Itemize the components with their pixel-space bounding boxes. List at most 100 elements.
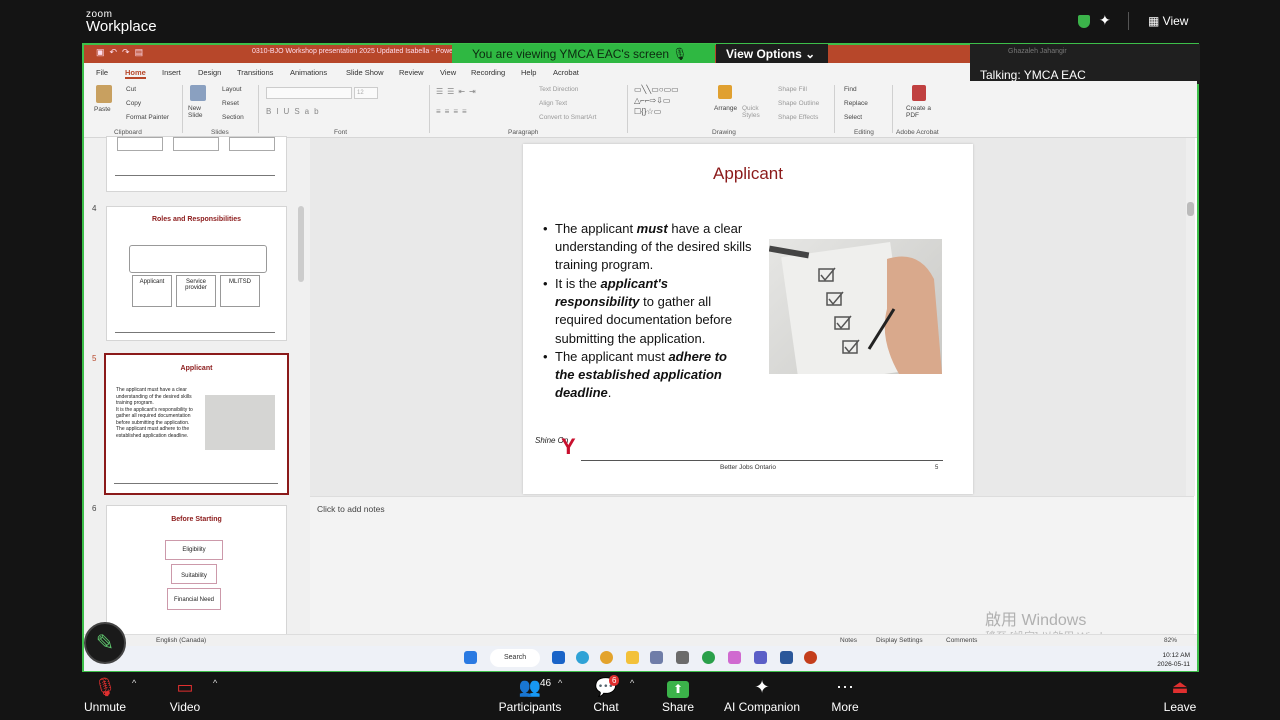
thumb-box: Suitability [171, 564, 217, 584]
editor-scrollbar[interactable] [1186, 138, 1195, 496]
security-shield-icon[interactable] [1078, 15, 1090, 28]
audio-options-caret[interactable]: ^ [132, 678, 136, 688]
tab-home[interactable]: Home [125, 68, 146, 79]
ai-companion-button[interactable]: ✦ AI Companion [722, 674, 802, 714]
slide-thumbnail-3[interactable] [106, 136, 287, 192]
font-format-icons[interactable]: BIUSab [266, 107, 324, 116]
file-explorer-icon[interactable] [626, 651, 639, 664]
pdf-icon[interactable] [912, 85, 926, 101]
copilot-icon[interactable] [728, 651, 741, 664]
notes-toggle[interactable]: Notes [840, 637, 857, 644]
chrome-icon[interactable] [600, 651, 613, 664]
thumb-box: Applicant [132, 275, 172, 307]
outlook-icon[interactable] [552, 651, 565, 664]
cut-button[interactable]: Cut [126, 86, 136, 93]
leave-button[interactable]: ⏏ Leave [1160, 674, 1200, 714]
tab-file[interactable]: File [96, 68, 108, 77]
leave-door-icon: ⏏ [1171, 677, 1189, 697]
divider [258, 85, 259, 133]
ppt-menu-row: File Home Insert Design Transitions Anim… [84, 63, 970, 81]
tab-design[interactable]: Design [198, 68, 221, 77]
quick-styles-button[interactable]: Quick Styles [742, 105, 764, 119]
grid-icon: ▦ [1148, 14, 1163, 28]
shapes-gallery[interactable]: ▭╲╲▭○▭▭ △⌐⌐⇨⇩▭ ☐{}☆▭ [634, 84, 706, 122]
thumb-footer-line [114, 483, 278, 484]
layout-button[interactable]: Layout [222, 86, 242, 93]
snipping-tool-icon[interactable] [650, 651, 663, 664]
tab-help[interactable]: Help [521, 68, 536, 77]
more-button[interactable]: ⋯ More [826, 674, 864, 714]
list-icons[interactable]: ☰☰⇤⇥ [436, 87, 480, 96]
paste-button[interactable]: Paste [94, 106, 111, 113]
slide-title[interactable]: Applicant [523, 164, 973, 184]
tab-view[interactable]: View [440, 68, 456, 77]
arrange-icon[interactable] [718, 85, 732, 99]
thumb-image-box [117, 137, 163, 151]
taskbar-search[interactable]: Search [490, 649, 540, 667]
participants-button[interactable]: 👥 Participants [496, 674, 564, 714]
slide-thumbnail-6[interactable]: Before Starting Eligibility Suitability … [106, 505, 287, 637]
slide-number: 5 [935, 465, 939, 471]
format-painter-button[interactable]: Format Painter [126, 114, 169, 121]
convert-smartart-button[interactable]: Convert to SmartArt [539, 114, 596, 121]
quick-access-icons[interactable]: ▣↶↷▤ [96, 47, 148, 58]
video-options-caret[interactable]: ^ [213, 678, 217, 688]
arrange-button[interactable]: Arrange [714, 105, 737, 112]
thumbnails-scrollbar[interactable] [298, 206, 304, 282]
tab-insert[interactable]: Insert [162, 68, 181, 77]
align-icons[interactable]: ≡≡≡≡ [436, 107, 471, 116]
xbox-icon[interactable] [702, 651, 715, 664]
slide-thumbnail-4[interactable]: Roles and Responsibilities Applicant Ser… [106, 206, 287, 341]
zoom-level[interactable]: 82% [1164, 637, 1177, 644]
shape-fill-button[interactable]: Shape Fill [778, 86, 807, 93]
taskbar-clock[interactable]: 10:12 AM 2026-05-11 [1144, 651, 1190, 669]
font-family-select[interactable] [266, 87, 352, 99]
create-pdf-button[interactable]: Create a PDF [906, 105, 934, 119]
participants-caret[interactable]: ^ [558, 678, 562, 688]
paste-icon[interactable] [96, 85, 112, 103]
new-slide-icon[interactable] [190, 85, 206, 101]
annotate-pen-icon[interactable]: ✎ [84, 622, 126, 664]
copy-button[interactable]: Copy [126, 100, 141, 107]
tab-animations[interactable]: Animations [290, 68, 327, 77]
powerpoint-icon[interactable] [804, 651, 817, 664]
tab-acrobat[interactable]: Acrobat [553, 68, 579, 77]
share-arrow-icon: ⬆ [658, 674, 698, 700]
reset-button[interactable]: Reset [222, 100, 239, 107]
tab-transitions[interactable]: Transitions [237, 68, 273, 77]
language-status[interactable]: English (Canada) [156, 637, 206, 644]
view-options-button[interactable]: View Options ⌄ [716, 44, 828, 65]
talking-name: Ghazaleh Jahangir [1008, 48, 1067, 55]
section-button[interactable]: Section [222, 114, 244, 121]
calculator-icon[interactable] [676, 651, 689, 664]
video-button[interactable]: ▭ Video [162, 674, 208, 714]
scroll-thumb[interactable] [1187, 202, 1194, 216]
shape-outline-button[interactable]: Shape Outline [778, 100, 819, 107]
tab-review[interactable]: Review [399, 68, 424, 77]
select-button[interactable]: Select [844, 114, 862, 121]
share-button[interactable]: ⬆ Share [658, 674, 698, 714]
text-direction-button[interactable]: Text Direction [539, 86, 578, 93]
slide-thumbnail-5-selected[interactable]: Applicant The applicant must have a clea… [104, 353, 289, 495]
windows-start-icon[interactable] [464, 651, 477, 664]
shape-effects-button[interactable]: Shape Effects [778, 114, 818, 121]
chat-caret[interactable]: ^ [630, 678, 634, 688]
checklist-photo[interactable] [768, 239, 942, 386]
new-slide-button[interactable]: New Slide [188, 105, 212, 119]
unmute-button[interactable]: 🎙 Unmute [80, 674, 130, 714]
replace-button[interactable]: Replace [844, 100, 868, 107]
thumb-bullet: The applicant must have a clear understa… [116, 387, 192, 406]
ai-sparkle-icon[interactable]: ✦ [1099, 12, 1111, 29]
tab-slide-show[interactable]: Slide Show [346, 68, 384, 77]
teams-icon[interactable] [754, 651, 767, 664]
word-icon[interactable] [780, 651, 793, 664]
view-button[interactable]: ▦ View [1148, 14, 1188, 28]
font-size-select[interactable]: 12 [354, 87, 378, 99]
display-settings[interactable]: Display Settings [876, 637, 923, 644]
tab-recording[interactable]: Recording [471, 68, 505, 77]
align-text-button[interactable]: Align Text [539, 100, 567, 107]
find-button[interactable]: Find [844, 86, 857, 93]
current-slide[interactable]: Applicant • The applicant must have a cl… [523, 144, 973, 494]
comments-toggle[interactable]: Comments [946, 637, 977, 644]
edge-icon[interactable] [576, 651, 589, 664]
